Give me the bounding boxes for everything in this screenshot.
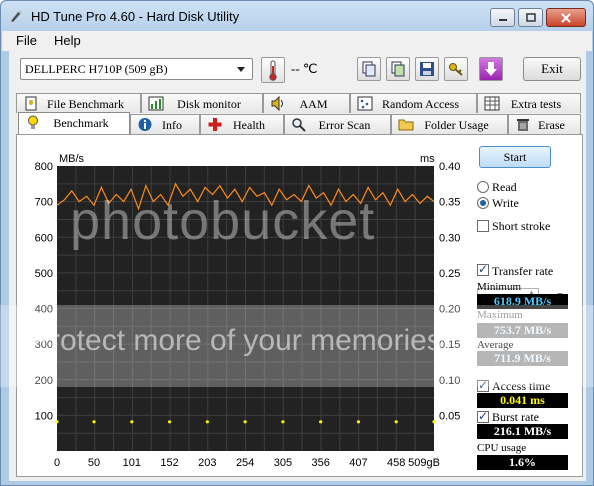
y2-tick-label: 0.10	[439, 375, 460, 387]
short-stroke-checkbox[interactable]	[477, 220, 489, 232]
menu-bar: File Help	[2, 31, 592, 51]
x-tick-label: 203	[198, 457, 216, 469]
y-tick-label: 700	[35, 197, 53, 209]
access-time-point	[92, 420, 96, 424]
app-window: HD Tune Pro 4.60 - Hard Disk Utility Fil…	[0, 0, 594, 486]
write-label: Write	[492, 196, 519, 210]
access-time-point	[281, 420, 285, 424]
client-area: DELLPERC H710P (509 gB) -- ℃ Exit File B…	[9, 51, 586, 481]
write-radio[interactable]	[477, 197, 489, 209]
access-time-point	[432, 420, 436, 424]
cpu-usage-value: 1.6%	[477, 455, 568, 470]
start-button[interactable]: Start	[479, 146, 551, 168]
y2-tick-label: 0.20	[439, 304, 460, 316]
read-label: Read	[492, 180, 517, 194]
average-value: 711.9 MB/s	[477, 351, 568, 366]
access-time-point	[167, 420, 172, 424]
x-tick-label: 254	[236, 457, 254, 469]
update-button[interactable]	[479, 57, 503, 81]
minimum-label: Minimum	[477, 281, 522, 293]
menu-file[interactable]: File	[16, 33, 37, 48]
maximize-icon	[525, 13, 536, 22]
menu-help[interactable]: Help	[54, 33, 81, 48]
transfer-rate-checkbox[interactable]	[477, 262, 489, 276]
average-label: Average	[477, 339, 514, 351]
transfer-rate-label: Transfer rate	[492, 264, 554, 278]
app-icon	[11, 10, 22, 22]
y2-tick-label: 0.35	[439, 197, 460, 209]
access-time-point	[205, 420, 209, 424]
y-axis-unit: MB/s	[59, 153, 85, 165]
y-tick-label: 600	[35, 232, 53, 244]
cpu-usage-label: CPU usage	[477, 442, 527, 454]
x-tick-label: 101	[123, 457, 141, 469]
burst-rate-checkbox[interactable]	[477, 409, 489, 423]
y-tick-label: 800	[35, 161, 53, 173]
burst-rate-label: Burst rate	[492, 410, 539, 424]
download-arrow-icon	[485, 62, 497, 76]
x-tick-label: 458	[387, 457, 405, 469]
access-time-point	[55, 420, 59, 424]
short-stroke-label: Short stroke	[492, 219, 551, 233]
read-radio[interactable]	[477, 181, 489, 193]
exit-button[interactable]: Exit	[523, 57, 581, 81]
title-bar[interactable]: HD Tune Pro 4.60 - Hard Disk Utility	[1, 1, 593, 31]
y-tick-label: 100	[35, 410, 53, 422]
y2-tick-label: 0.40	[439, 161, 460, 173]
tab-label: Erase	[538, 118, 565, 132]
x-tick-label: 50	[88, 457, 100, 469]
x-tick-label: 305	[274, 457, 292, 469]
x-tick-label: 152	[160, 457, 178, 469]
tab-extra-tests[interactable]: Extra tests	[477, 93, 581, 113]
x-tick-label: 407	[349, 457, 367, 469]
tab-erase[interactable]: Erase	[508, 114, 581, 134]
tab-label: Extra tests	[510, 97, 562, 111]
minimize-icon	[498, 18, 507, 21]
x-tick-label: 356	[311, 457, 329, 469]
close-icon	[561, 12, 571, 23]
access-time-point	[356, 420, 361, 424]
minimize-button[interactable]	[490, 8, 515, 27]
x-tick-label: 0	[54, 457, 60, 469]
access-time-point	[319, 420, 323, 424]
y2-tick-label: 0.30	[439, 232, 460, 244]
y2-tick-label: 0.05	[439, 410, 460, 422]
y-tick-label: 500	[35, 268, 53, 280]
y-tick-label: 300	[35, 339, 53, 351]
close-button[interactable]	[546, 8, 586, 27]
y2-tick-label: 0.15	[439, 339, 460, 351]
access-time-label: Access time	[492, 379, 551, 393]
maximum-label: Maximum	[477, 309, 523, 321]
y2-tick-label: 0.25	[439, 268, 460, 280]
access-time-checkbox[interactable]	[477, 378, 489, 392]
maximize-button[interactable]	[518, 8, 543, 27]
access-time-point	[394, 420, 398, 424]
access-time-point	[130, 420, 134, 424]
burst-rate-value: 216.1 MB/s	[477, 424, 568, 439]
y-tick-label: 200	[35, 375, 53, 387]
window-title: HD Tune Pro 4.60 - Hard Disk Utility	[31, 9, 240, 24]
access-time-value: 0.041 ms	[477, 393, 568, 408]
minimum-value: 618.9 MB/s	[477, 294, 568, 309]
y-tick-label: 400	[35, 304, 53, 316]
y2-axis-unit: ms	[420, 153, 435, 165]
maximum-value: 753.7 MB/s	[477, 323, 568, 338]
access-time-point	[243, 420, 247, 424]
x-tick-label: 509gB	[408, 457, 440, 469]
transfer-rate-chart: 8007006005004003002001000.400.350.300.25…	[35, 153, 461, 469]
